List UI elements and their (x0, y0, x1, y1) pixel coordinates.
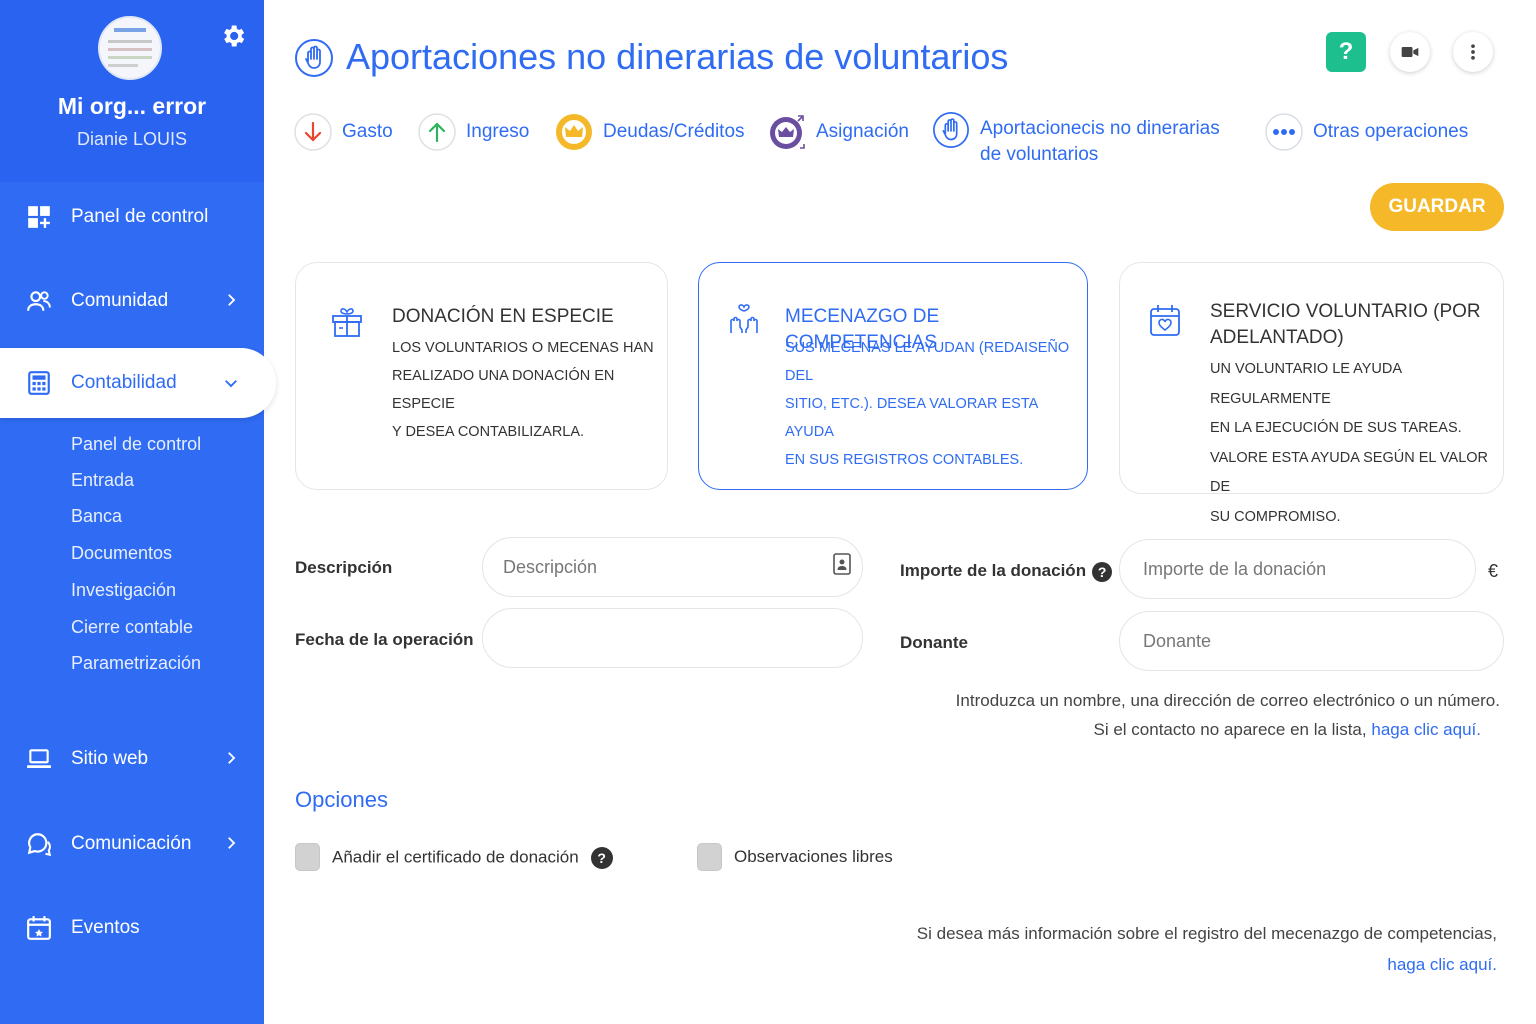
hand-icon (933, 112, 969, 148)
card-description: LOS VOLUNTARIOS O MECENAS HAN REALIZADO U… (392, 340, 654, 440)
currency-symbol: € (1488, 561, 1499, 581)
op-other[interactable]: Otras operaciones (1265, 113, 1468, 151)
donation-amount-input[interactable] (1119, 539, 1476, 599)
op-debts[interactable]: Deudas/Créditos (555, 113, 745, 151)
arrow-up-icon (418, 113, 456, 151)
subnav-entry[interactable]: Entrada (71, 470, 134, 491)
notes-label: Observaciones libres (734, 847, 893, 866)
hands-heart-icon (730, 304, 758, 333)
card-description: UN VOLUNTARIO LE AYUDA REGULARMENTE EN LA… (1210, 361, 1489, 525)
chevron-right-icon (228, 752, 236, 764)
donor-hint-line2: Si el contacto no aparece en la lista, h… (1093, 720, 1482, 739)
card-description: SUS MECENAS LE AYUDAN (REDAISEÑO DEL SITI… (785, 340, 1070, 468)
op-label: Otras operaciones (1313, 121, 1469, 142)
gear-icon[interactable] (219, 22, 247, 50)
subnav-dashboard[interactable]: Panel de control (71, 434, 201, 455)
nav-label: Comunicación (71, 833, 192, 854)
card-title: DONACIÓN EN ESPECIE (392, 306, 614, 327)
user-name: Dianie LOUIS (76, 129, 188, 149)
nav-accounting[interactable]: Contabilidad (0, 348, 276, 418)
description-label: Descripción (295, 558, 393, 577)
subnav-closing[interactable]: Cierre contable (71, 617, 193, 638)
hand-icon (295, 39, 333, 77)
card-skills-sponsorship[interactable]: MECENAZGO DE COMPETENCIAS SUS MECENAS LE… (698, 262, 1088, 490)
dashboard-icon (28, 206, 50, 228)
certificate-label: Añadir el certificado de donación? (332, 847, 613, 869)
subnav-bank[interactable]: Banca (71, 506, 122, 527)
card-volunteer-service[interactable]: SERVICIO VOLUNTARIO (POR ADELANTADO) UN V… (1119, 262, 1504, 525)
allocation-crown-icon (770, 115, 805, 149)
help-circle-icon[interactable]: ? (1092, 561, 1113, 582)
info-link[interactable]: haga clic aquí. (1387, 955, 1497, 975)
op-label: Asignación (816, 121, 909, 142)
notes-checkbox[interactable] (697, 843, 722, 871)
arrow-down-icon (294, 113, 332, 151)
operation-date-input[interactable] (482, 608, 863, 668)
page-title: Aportaciones no dinerarias de voluntario… (346, 36, 1009, 77)
card-title: SERVICIO VOLUNTARIO (POR ADELANTADO) (1210, 301, 1481, 348)
op-income[interactable]: Ingreso (418, 113, 529, 151)
calendar-icon (27, 916, 51, 940)
subnav-settings[interactable]: Parametrización (71, 653, 201, 674)
op-label: Ingreso (466, 121, 530, 142)
nav-label: Contabilidad (71, 372, 177, 393)
more-horizontal-icon (1265, 113, 1303, 151)
chevron-right-icon (228, 837, 236, 849)
donor-input[interactable] (1119, 611, 1504, 671)
nav-label: Eventos (71, 917, 140, 938)
subnav-documents[interactable]: Documentos (71, 543, 172, 564)
op-label: Gasto (342, 121, 393, 142)
op-label: Deudas/Créditos (603, 121, 745, 142)
more-options-button[interactable] (1453, 32, 1493, 72)
sidebar-header: Mi org... error Dianie LOUIS (0, 0, 264, 182)
help-button[interactable]: ? (1326, 32, 1366, 72)
options-title: Opciones (295, 787, 388, 812)
save-button[interactable]: GUARDAR (1370, 183, 1504, 231)
calendar-heart-icon (1150, 305, 1180, 336)
contact-card-icon[interactable] (833, 553, 851, 575)
nav-community[interactable]: Comunidad (0, 271, 264, 331)
community-icon (27, 291, 51, 311)
op-expense[interactable]: Gasto (294, 113, 393, 151)
operation-date-label: Fecha de la operación (295, 630, 474, 649)
amount-label: Importe de la donación? (900, 561, 1113, 582)
add-contact-link[interactable]: haga clic aquí. (1371, 720, 1481, 739)
chevron-right-icon (228, 294, 236, 306)
op-label: Aportacionecis no dinerarias de voluntari… (980, 118, 1220, 165)
help-circle-icon[interactable]: ? (590, 847, 613, 869)
gift-box-icon (332, 308, 362, 337)
org-name[interactable]: Mi org... error (0, 93, 264, 120)
crown-icon (556, 114, 592, 150)
nav-communication[interactable]: Comunicación (0, 814, 264, 874)
org-avatar[interactable] (98, 16, 162, 80)
certificate-checkbox[interactable] (295, 843, 320, 871)
nav-website[interactable]: Sitio web (0, 729, 264, 789)
nav-label: Sitio web (71, 748, 149, 769)
video-camera-icon (1401, 47, 1419, 57)
nav-dashboard[interactable]: Panel de control (0, 187, 264, 247)
sidebar: Mi org... error Dianie LOUIS Panel de co… (0, 0, 276, 1024)
donor-hint-line1: Introduzca un nombre, una dirección de c… (955, 691, 1500, 710)
op-volunteer-contributions[interactable]: Aportacionecis no dinerarias de voluntari… (932, 111, 1220, 168)
chevron-down-icon (225, 380, 237, 388)
card-in-kind-donation[interactable]: DONACIÓN EN ESPECIE LOS VOLUNTARIOS O ME… (295, 262, 668, 490)
info-text: Si desea más información sobre el regist… (916, 924, 1497, 943)
calculator-icon (28, 371, 50, 395)
nav-events[interactable]: Eventos (0, 898, 264, 958)
video-button[interactable] (1390, 32, 1430, 72)
subnav-research[interactable]: Investigación (71, 580, 176, 601)
nav-label: Panel de control (71, 206, 209, 227)
laptop-icon (27, 749, 51, 768)
description-input[interactable] (482, 537, 863, 597)
chat-icon (27, 833, 52, 857)
donor-label: Donante (900, 633, 968, 652)
nav-label: Comunidad (71, 290, 169, 311)
op-allocation[interactable]: Asignación (768, 113, 909, 151)
more-vertical-icon (1471, 44, 1475, 60)
